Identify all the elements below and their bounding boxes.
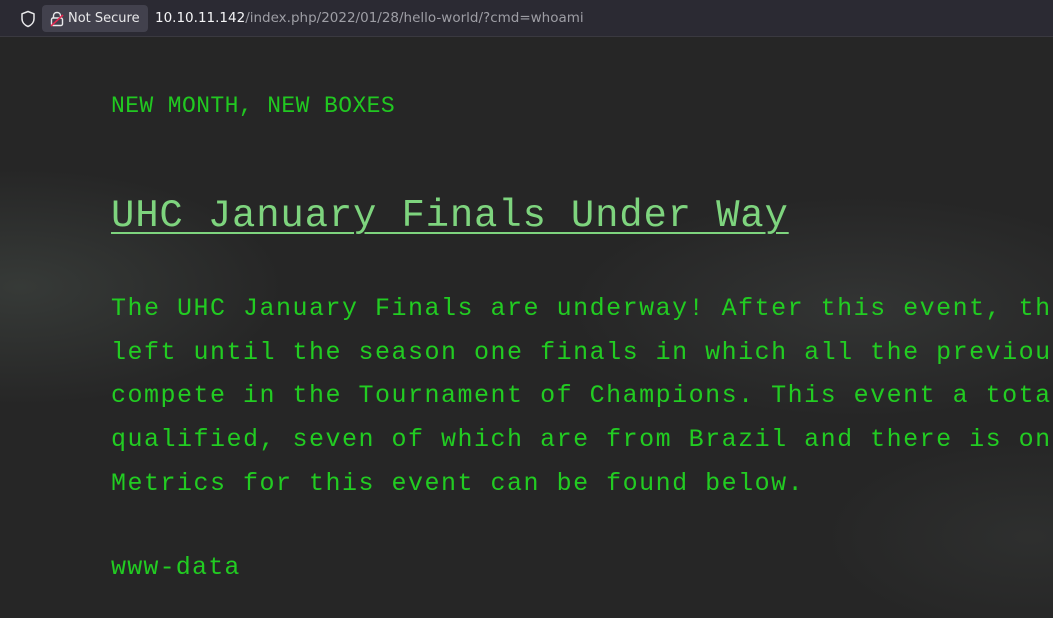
url-path: /index.php/2022/01/28/hello-world/?cmd=w… xyxy=(245,10,584,26)
url-field[interactable]: 10.10.11.142/index.php/2022/01/28/hello-… xyxy=(155,10,584,26)
post-body-line: The UHC January Finals are underway! Aft… xyxy=(111,294,1053,323)
post-kicker: NEW MONTH, NEW BOXES xyxy=(111,93,396,119)
shield-icon[interactable] xyxy=(19,10,37,28)
post-title-link[interactable]: UHC January Finals Under Way xyxy=(111,194,789,238)
insecure-lock-icon xyxy=(50,11,64,27)
post-body-line: left until the season one finals in whic… xyxy=(111,337,1053,367)
post-body-line: compete in the Tournament of Champions. … xyxy=(111,381,1053,411)
post-body-line: Metrics for this event can be found belo… xyxy=(111,468,805,498)
page-content: NEW MONTH, NEW BOXES UHC January Finals … xyxy=(0,37,1053,618)
post-body: The UHC January Finals are underway! Aft… xyxy=(111,287,1053,505)
post-body-line: qualified, seven of which are from Brazi… xyxy=(111,425,1053,455)
browser-address-bar: Not Secure 10.10.11.142/index.php/2022/0… xyxy=(0,0,1053,37)
not-secure-indicator[interactable]: Not Secure xyxy=(42,5,148,32)
security-label: Not Secure xyxy=(68,11,140,26)
command-output: www-data xyxy=(111,553,241,582)
url-host: 10.10.11.142 xyxy=(155,10,246,26)
